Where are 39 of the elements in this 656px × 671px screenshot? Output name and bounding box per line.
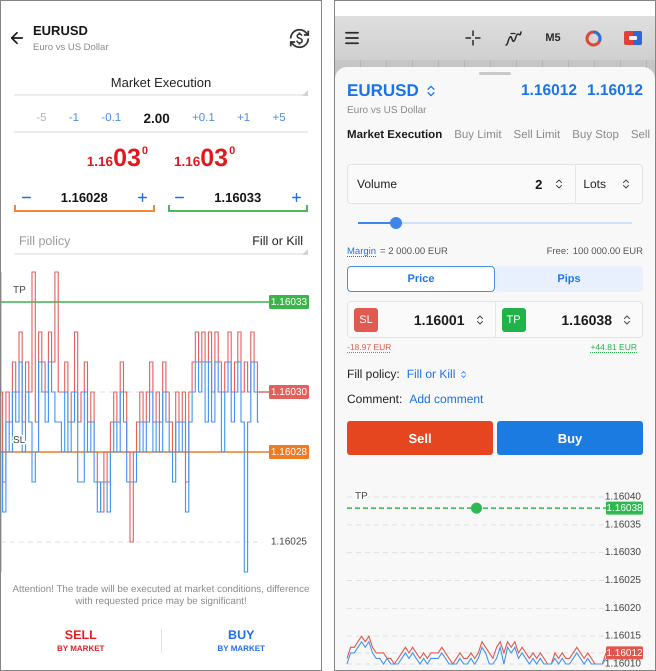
level-tag: SL [354,308,378,332]
price-quote: 1.16012 [520,82,577,100]
axis-label: 1.16030 [604,547,641,558]
warning-text: Attention! The trade will be executed at market conditions, difference with requested price may be significant! [12,584,310,608]
level-tag: TP [502,308,526,332]
volume-value: 2.00 [143,110,170,126]
price-tag: 1.16038 [606,502,643,515]
axis-label: 1.16035 [604,519,641,530]
axis-label: 1.16010 [604,658,641,670]
comment-label: Comment: [347,392,402,406]
axis-label: 1.16040 [604,492,641,502]
symbol-title: EURUSD [33,22,89,38]
axis-label: 1.16020 [604,602,641,614]
price-quote: 1.16012 [586,82,643,100]
price-tag: 1.16012 [606,646,643,660]
price-value: 1.16038 [560,312,612,328]
price-tag: 1.16030 [269,385,309,399]
axis-label: 1.16025 [270,536,307,548]
symbol-description: Euro vs US Dollar [33,42,110,54]
free-label: Free: [546,246,569,256]
price-tag: 1.16033 [269,295,309,309]
field-value: Fill or Kill [252,234,303,248]
volume-label: Volume [357,177,398,191]
fill-policy-label: Fill policy: [347,367,400,381]
price-tag: 1.16028 [269,445,309,459]
profit-amount: -18.97 EUR [347,342,392,353]
free-amount: 100 000.00 EUR [572,246,643,256]
volume-value: 2 [535,176,542,192]
margin-amount: = 2 000.00 EUR [380,246,448,256]
field-label: Fill policy [19,234,70,248]
price-value: 1.16033 [213,190,262,204]
line-label: TP [13,285,26,296]
price-value: 1.16001 [412,312,464,328]
symbol-description: Euro vs US Dollar [347,105,428,117]
axis-label: 1.16025 [604,575,641,586]
line-label: TP [355,491,368,502]
price-value: 1.16028 [60,190,109,204]
axis-label: 1.16015 [604,630,641,642]
profit-amount: +44.81 EUR [590,342,637,353]
